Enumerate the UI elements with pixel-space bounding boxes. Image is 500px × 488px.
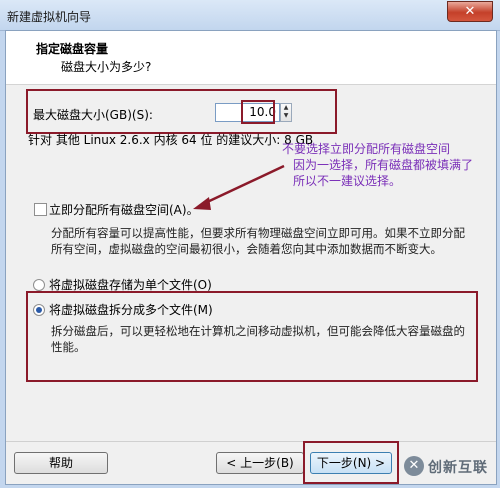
split-files-label[interactable]: 将虚拟磁盘拆分成多个文件(M) (49, 301, 213, 318)
page-title: 指定磁盘容量 (36, 42, 109, 56)
window-title: 新建虚拟机向导 (7, 10, 92, 24)
annotation-line-2: 因为一选择，所有磁盘都被填满了 (293, 158, 474, 172)
allocate-desc-line-2: 所有空间，虚拟磁盘的空间最初很小，会随着您向其中添加数据而不断变大。 (51, 242, 442, 256)
annotation-arrow-icon (193, 164, 285, 210)
annotation-line-1: 不要选择立即分配所有磁盘空间 (282, 142, 451, 156)
allocate-all-label[interactable]: 立即分配所有磁盘空间(A)。 (49, 201, 199, 218)
spin-down-icon[interactable]: ▼ (281, 112, 291, 120)
page-subtitle: 磁盘大小为多少? (61, 60, 152, 74)
footer-divider (6, 441, 496, 442)
annotation-box-value (241, 100, 275, 124)
split-files-radio[interactable] (33, 304, 45, 316)
spin-up-icon[interactable]: ▲ (281, 104, 291, 112)
recommended-size-text: 针对 其他 Linux 2.6.x 内核 64 位 的建议大小: 8 GB (28, 133, 314, 147)
radio-selected-dot (36, 307, 42, 313)
disk-size-spinner[interactable]: ▲ ▼ (280, 103, 292, 122)
wizard-header: 指定磁盘容量 磁盘大小为多少? (6, 31, 496, 85)
title-bar: 新建虚拟机向导 ✕ (0, 0, 500, 31)
watermark-text: 创新互联 (428, 460, 488, 476)
store-single-file-radio[interactable] (33, 279, 45, 291)
allocate-all-checkbox[interactable] (34, 203, 47, 216)
watermark-logo-icon: ✕ (404, 456, 424, 476)
split-desc-line-1: 拆分磁盘后，可以更轻松地在计算机之间移动虚拟机，但可能会降低大容量磁盘的 (51, 324, 465, 338)
wizard-window: 指定磁盘容量 磁盘大小为多少? 最大磁盘大小(GB)(S): 10.0 ▲ ▼ … (5, 30, 497, 485)
max-disk-size-label: 最大磁盘大小(GB)(S): (33, 108, 153, 122)
help-button[interactable]: 帮助 (14, 452, 108, 474)
split-desc-line-2: 性能。 (51, 340, 86, 354)
annotation-box-next (303, 441, 399, 484)
close-button[interactable]: ✕ (447, 1, 493, 22)
back-button[interactable]: < 上一步(B) (216, 452, 304, 474)
annotation-line-3: 所以不一建议选择。 (293, 174, 402, 188)
allocate-desc-line-1: 分配所有容量可以提高性能，但要求所有物理磁盘空间立即可用。如果不立即分配 (51, 226, 465, 240)
